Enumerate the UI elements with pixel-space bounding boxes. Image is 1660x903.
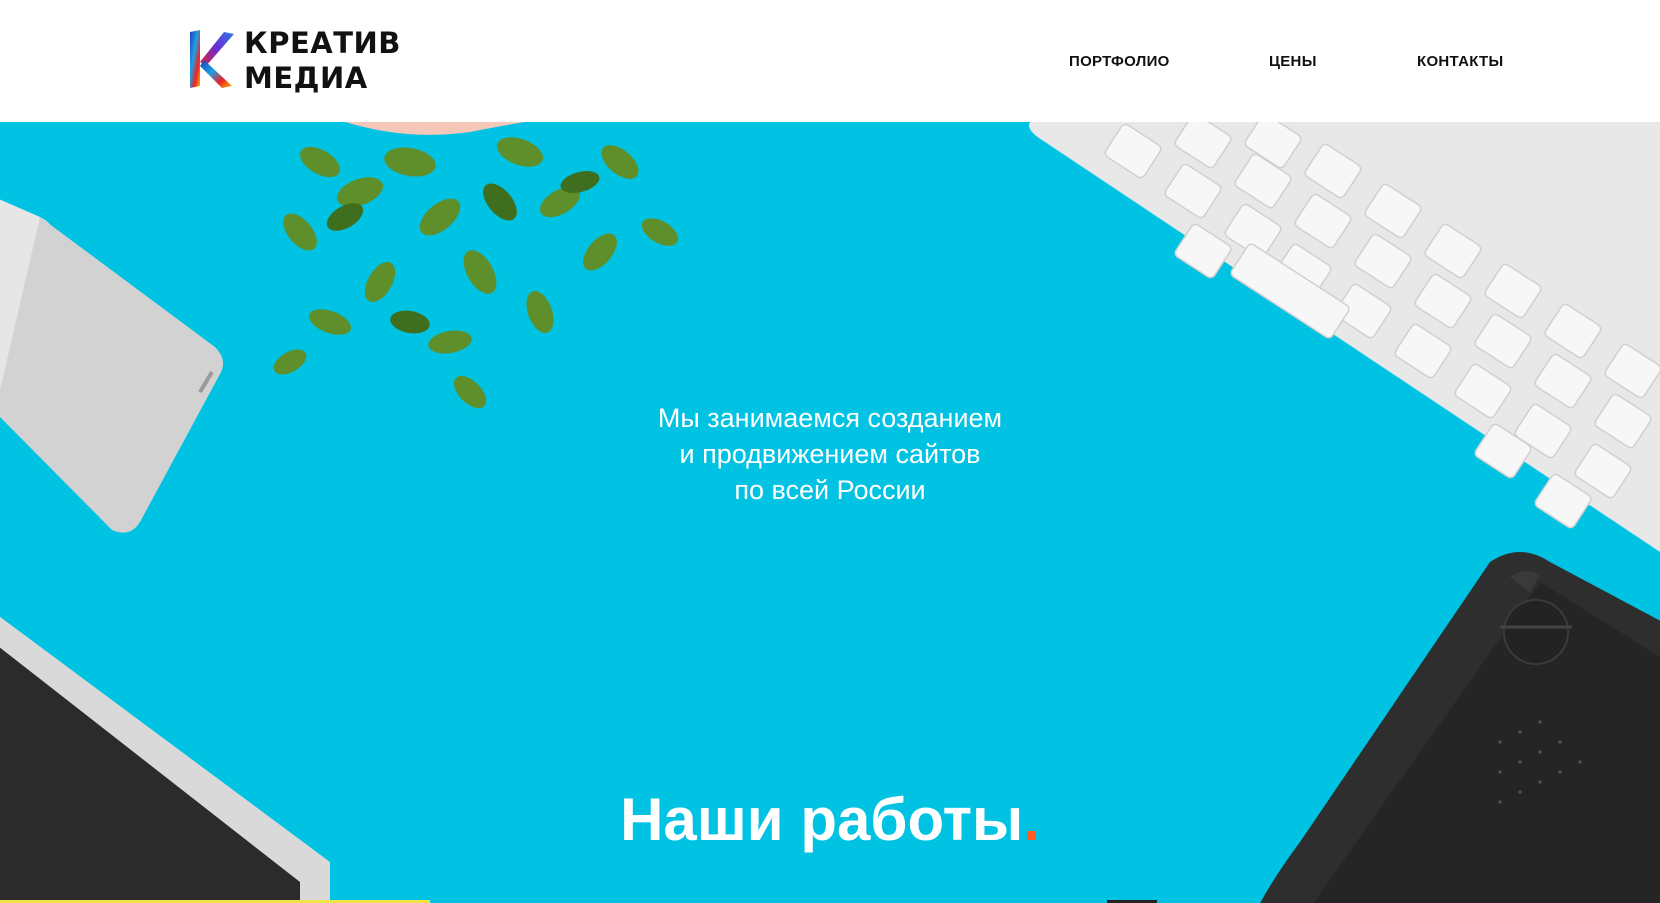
hero-section: Мы занимаемся созданием и продвижением с… xyxy=(0,122,1660,903)
hero-tagline: Мы занимаемся созданием и продвижением с… xyxy=(530,400,1130,508)
main-nav: ПОРТФОЛИО ЦЕНЫ КОНТАКТЫ xyxy=(0,53,1660,73)
power-bank-image xyxy=(0,199,224,533)
nav-item-contacts[interactable]: КОНТАКТЫ xyxy=(1417,53,1503,70)
tagline-line-2: и продвижением сайтов xyxy=(679,439,981,469)
section-title-text: Наши работы xyxy=(620,786,1024,853)
plant-image xyxy=(273,122,679,409)
section-title-dot: . xyxy=(1023,786,1040,853)
site-header: КРЕАТИВ МЕДИА ПОРТФОЛИО ЦЕНЫ КОНТАКТЫ xyxy=(0,0,1660,122)
section-title-our-works: Наши работы. xyxy=(400,784,1260,856)
tagline-line-3: по всей России xyxy=(734,475,926,505)
graphics-tablet-image xyxy=(1260,552,1660,903)
tagline-line-1: Мы занимаемся созданием xyxy=(657,403,1003,433)
nav-item-portfolio[interactable]: ПОРТФОЛИО xyxy=(1069,53,1170,70)
laptop-image xyxy=(0,616,330,903)
nav-item-prices[interactable]: ЦЕНЫ xyxy=(1269,53,1317,70)
